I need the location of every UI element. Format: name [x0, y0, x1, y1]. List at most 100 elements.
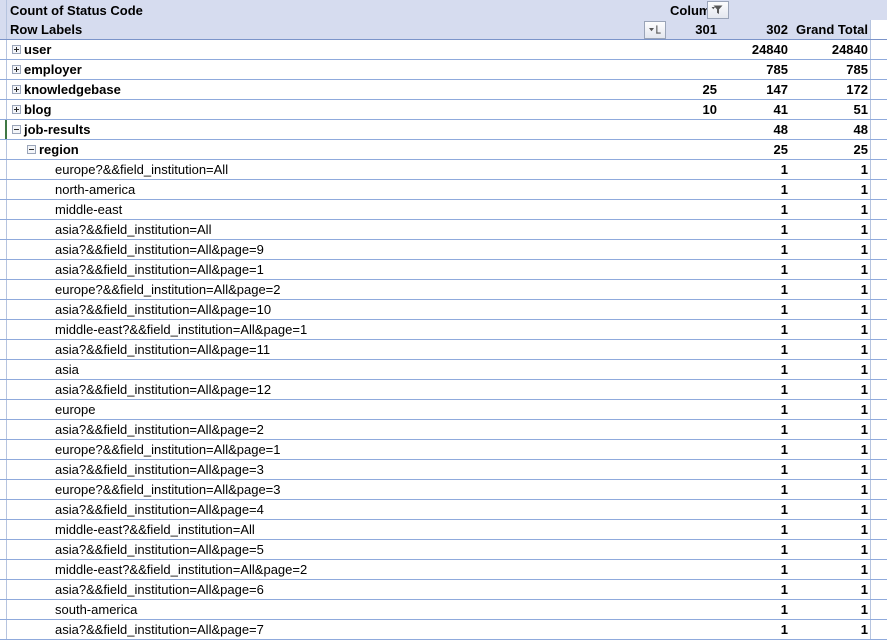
table-row[interactable]: europe?&&field_institution=All&page=1 1 1: [0, 440, 887, 460]
table-row[interactable]: middle-east?&&field_institution=All&page…: [0, 560, 887, 580]
row-label-text: middle-east?&&field_institution=All: [55, 522, 255, 537]
empty-column: [871, 260, 887, 279]
row-label-text: europe?&&field_institution=All&page=3: [55, 482, 281, 497]
table-row[interactable]: user 24840 24840: [0, 40, 887, 60]
cell-grand-total: 1: [792, 480, 871, 499]
table-row[interactable]: asia?&&field_institution=All&page=6 1 1: [0, 580, 887, 600]
cell-grand-total: 1: [792, 620, 871, 639]
cell-302: 147: [766, 82, 788, 97]
cell-301: [645, 340, 723, 359]
table-row[interactable]: employer 785 785: [0, 60, 887, 80]
expand-plus-box-icon[interactable]: [12, 65, 21, 74]
cell-301: [645, 200, 723, 219]
cell-302: 1: [780, 202, 788, 217]
table-row[interactable]: asia?&&field_institution=All 1 1: [0, 220, 887, 240]
cell-301: [645, 480, 723, 499]
table-row[interactable]: asia 1 1: [0, 360, 887, 380]
empty-column: [871, 620, 887, 639]
cell-301: [645, 540, 723, 559]
cell-301: [645, 300, 723, 319]
cell-301: [645, 40, 723, 59]
row-label-cell: asia?&&field_institution=All&page=4: [7, 500, 645, 519]
cell-302: 1: [780, 362, 788, 377]
table-row[interactable]: knowledgebase 25 147 172: [0, 80, 887, 100]
table-row[interactable]: asia?&&field_institution=All&page=10 1 1: [0, 300, 887, 320]
table-row[interactable]: asia?&&field_institution=All&page=7 1 1: [0, 620, 887, 640]
expand-plus-box-icon[interactable]: [12, 85, 21, 94]
table-row[interactable]: blog 10 41 51: [0, 100, 887, 120]
row-label-cell: asia?&&field_institution=All&page=2: [7, 420, 645, 439]
expand-plus-box-icon[interactable]: [12, 105, 21, 114]
row-label-text: europe: [55, 402, 96, 417]
cell-302: 1: [780, 562, 788, 577]
collapse-minus-box-icon[interactable]: [12, 125, 21, 134]
cell-301: [645, 360, 723, 379]
row-gutter: [0, 500, 7, 519]
cell-302: 1: [780, 162, 788, 177]
column-header-302: 302: [766, 22, 788, 37]
cell-301: [645, 260, 723, 279]
row-label-cell: europe?&&field_institution=All&page=2: [7, 280, 645, 299]
row-label-cell: europe: [7, 400, 645, 419]
row-label-text: europe?&&field_institution=All: [55, 162, 229, 177]
cell-301: 10: [702, 102, 717, 117]
table-row[interactable]: asia?&&field_institution=All&page=3 1 1: [0, 460, 887, 480]
table-row[interactable]: asia?&&field_institution=All&page=5 1 1: [0, 540, 887, 560]
pivot-rows-container: user 24840 24840 employer 785 785 knowledgebas…: [0, 40, 887, 640]
cell-grand-total: 1: [792, 280, 871, 299]
table-row[interactable]: middle-east 1 1: [0, 200, 887, 220]
table-row[interactable]: job-results 48 48: [0, 120, 887, 140]
cell-302: 1: [780, 242, 788, 257]
table-row[interactable]: asia?&&field_institution=All&page=1 1 1: [0, 260, 887, 280]
column-filter-button[interactable]: [707, 1, 729, 19]
table-row[interactable]: south-america 1 1: [0, 600, 887, 620]
empty-column: [871, 340, 887, 359]
table-row[interactable]: asia?&&field_institution=All&page=9 1 1: [0, 240, 887, 260]
expand-plus-box-icon[interactable]: [12, 45, 21, 54]
row-label-cell: asia?&&field_institution=All&page=1: [7, 260, 645, 279]
table-row[interactable]: region 25 25: [0, 140, 887, 160]
row-gutter: [0, 140, 7, 159]
row-gutter: [0, 400, 7, 419]
row-label-text: region: [39, 142, 79, 157]
row-label-cell: middle-east: [7, 200, 645, 219]
cell-grand-total: 51: [792, 100, 871, 119]
cell-301: [645, 400, 723, 419]
cell-301: [645, 220, 723, 239]
cell-grand-total: 48: [792, 120, 871, 139]
row-gutter: [0, 460, 7, 479]
empty-column: [871, 80, 887, 99]
table-row[interactable]: europe?&&field_institution=All&page=2 1 1: [0, 280, 887, 300]
cell-grand-total: 1: [792, 500, 871, 519]
table-row[interactable]: europe?&&field_institution=All&page=3 1 1: [0, 480, 887, 500]
cell-301: [645, 600, 723, 619]
cell-grand-total: 1: [792, 240, 871, 259]
cell-grand-total: 1: [792, 340, 871, 359]
row-gutter: [0, 480, 7, 499]
table-row[interactable]: middle-east?&&field_institution=All&page…: [0, 320, 887, 340]
table-row[interactable]: north-america 1 1: [0, 180, 887, 200]
row-gutter: [0, 180, 7, 199]
table-row[interactable]: europe 1 1: [0, 400, 887, 420]
empty-column: [871, 360, 887, 379]
row-labels-filter-button[interactable]: [644, 21, 666, 39]
table-row[interactable]: middle-east?&&field_institution=All 1 1: [0, 520, 887, 540]
cell-301: [645, 520, 723, 539]
cell-302: 1: [780, 502, 788, 517]
table-row[interactable]: europe?&&field_institution=All 1 1: [0, 160, 887, 180]
cell-grand-total: 1: [792, 600, 871, 619]
table-row[interactable]: asia?&&field_institution=All&page=4 1 1: [0, 500, 887, 520]
cell-301: 25: [702, 82, 717, 97]
row-gutter: [0, 580, 7, 599]
cell-302: 41: [773, 102, 788, 117]
table-row[interactable]: asia?&&field_institution=All&page=11 1 1: [0, 340, 887, 360]
row-label-text: employer: [24, 62, 82, 77]
table-row[interactable]: asia?&&field_institution=All&page=12 1 1: [0, 380, 887, 400]
cell-grand-total: 1: [792, 180, 871, 199]
empty-column: [871, 220, 887, 239]
table-row[interactable]: asia?&&field_institution=All&page=2 1 1: [0, 420, 887, 440]
cell-grand-total: 1: [792, 160, 871, 179]
row-label-text: asia?&&field_institution=All&page=1: [55, 262, 264, 277]
row-label-text: middle-east?&&field_institution=All&page…: [55, 322, 308, 337]
collapse-minus-box-icon[interactable]: [27, 145, 36, 154]
